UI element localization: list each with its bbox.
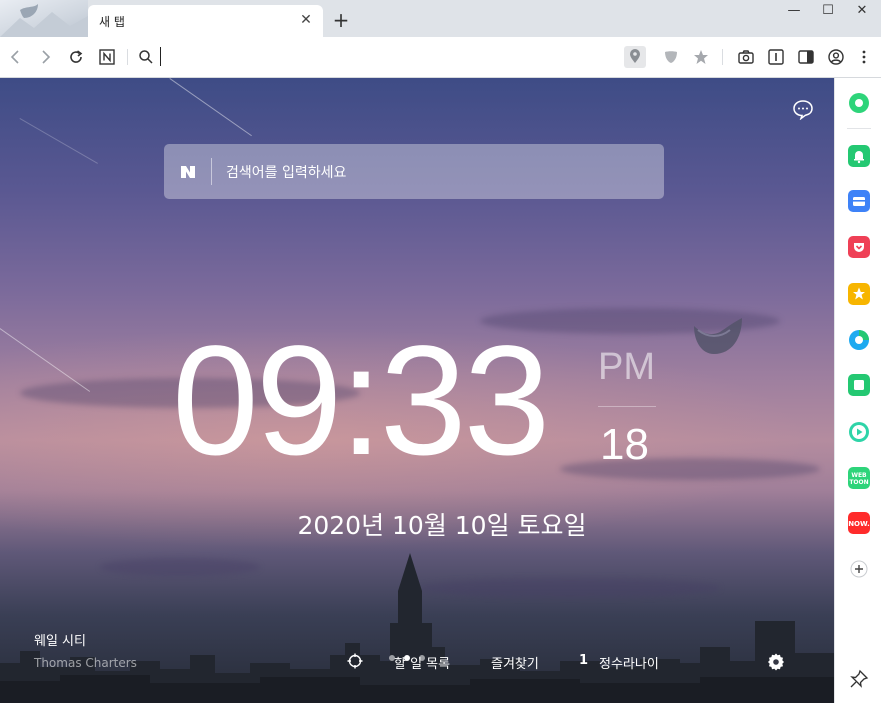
- tab-close-icon[interactable]: ✕: [297, 11, 315, 29]
- toolbar-separator: [722, 49, 723, 65]
- capture-button[interactable]: [736, 47, 756, 67]
- naver-search-box[interactable]: 검색어를 입력하세요: [164, 144, 664, 199]
- back-arrow-icon: [10, 50, 19, 64]
- minimize-button[interactable]: —: [778, 2, 810, 20]
- svg-text:WEB: WEB: [851, 472, 867, 479]
- forward-arrow-icon: [42, 50, 51, 64]
- new-tab-page: 검색어를 입력하세요 09:33 PM 18 2020년 10월 10일 토요일…: [0, 78, 834, 703]
- add-app-icon[interactable]: [848, 558, 870, 580]
- back-button[interactable]: [6, 47, 26, 67]
- profile-icon: [828, 49, 844, 65]
- pocket-icon[interactable]: [848, 236, 870, 258]
- whale-logo-icon[interactable]: [690, 316, 746, 360]
- naver-logo-icon: [181, 166, 195, 178]
- svg-text:TOON: TOON: [849, 479, 868, 486]
- star-icon[interactable]: [848, 283, 870, 305]
- clock-time: 09:33: [172, 314, 550, 488]
- reader-button[interactable]: [766, 47, 786, 67]
- bookmarks-link[interactable]: 즐겨찾기: [491, 653, 539, 672]
- profile-button[interactable]: [826, 47, 846, 67]
- reload-icon: [70, 50, 83, 63]
- whale-green-icon[interactable]: [848, 92, 870, 114]
- whale-theme-art: [0, 0, 88, 37]
- star-icon: [694, 50, 708, 64]
- naver-n-icon: [99, 49, 115, 65]
- photo-credit[interactable]: Thomas Charters: [34, 656, 137, 670]
- maximize-button[interactable]: ☐: [812, 2, 844, 20]
- camera-icon: [738, 50, 754, 64]
- toolbar: [0, 37, 881, 78]
- player-icon[interactable]: [848, 421, 870, 443]
- location-pin-icon: [630, 49, 640, 63]
- reload-button[interactable]: [66, 47, 86, 67]
- title-bar: 새 탭 ✕ + — ☐ ✕: [0, 0, 881, 37]
- naver-home-button[interactable]: [97, 47, 117, 67]
- more-vertical-icon: [862, 50, 866, 64]
- shield-button[interactable]: [661, 47, 681, 67]
- pin-icon[interactable]: [848, 668, 870, 690]
- new-tab-button[interactable]: +: [330, 9, 352, 31]
- bell-icon[interactable]: [848, 145, 870, 167]
- bookmark-star-button[interactable]: [691, 47, 711, 67]
- background-location[interactable]: 웨일 시티: [34, 630, 86, 649]
- profile-count: 1: [579, 653, 589, 668]
- forward-button[interactable]: [35, 47, 55, 67]
- close-window-button[interactable]: ✕: [846, 2, 878, 20]
- toolbar-separator: [127, 49, 128, 65]
- chat-bubble-icon[interactable]: [792, 98, 814, 120]
- clock-ampm: PM: [598, 346, 655, 388]
- more-menu-button[interactable]: [854, 47, 874, 67]
- address-input[interactable]: [160, 47, 161, 66]
- now-icon[interactable]: NOW.: [848, 512, 870, 534]
- city-skyline: [0, 553, 834, 703]
- shield-icon: [665, 51, 677, 63]
- address-search-icon: [136, 47, 156, 67]
- right-sidebar: WEB TOON NOW.: [834, 78, 881, 703]
- todo-list-link[interactable]: 할 일 목록: [394, 653, 450, 672]
- memo-icon[interactable]: [848, 374, 870, 396]
- date-display: 2020년 10월 10일 토요일: [297, 511, 587, 540]
- settings-gear-icon[interactable]: [767, 653, 785, 671]
- wallet-icon[interactable]: [848, 190, 870, 212]
- tab-title: 새 탭: [99, 15, 125, 29]
- sidebar-toggle-button[interactable]: [796, 47, 816, 67]
- search-placeholder[interactable]: 검색어를 입력하세요: [226, 162, 346, 182]
- clock-seconds: 18: [600, 420, 649, 469]
- location-pin-button[interactable]: [624, 46, 646, 68]
- info-box-icon: [768, 49, 784, 65]
- profile-name-link[interactable]: 정수라나이: [599, 653, 659, 672]
- translate-icon[interactable]: [848, 329, 870, 351]
- svg-text:NOW.: NOW.: [848, 520, 870, 528]
- split-view-icon: [798, 50, 814, 64]
- webtoon-icon[interactable]: WEB TOON: [848, 467, 870, 489]
- tab-new-tab[interactable]: 새 탭 ✕: [88, 5, 323, 37]
- crosshair-icon[interactable]: [347, 653, 363, 669]
